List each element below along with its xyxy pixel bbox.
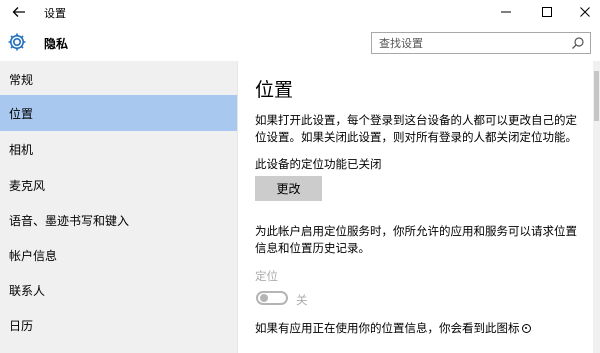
device-location-status: 此设备的定位功能已关闭 xyxy=(255,157,382,171)
scroll-thumb[interactable] xyxy=(594,71,599,121)
settings-header: 隐私 xyxy=(0,24,600,61)
sidebar-item-account-info[interactable]: 帐户信息 xyxy=(0,237,237,273)
location-label: 定位 xyxy=(255,269,278,283)
scrollbar[interactable] xyxy=(593,61,600,353)
sidebar-item-speech-inking-typing[interactable]: 语音、墨迹书写和键入 xyxy=(0,202,237,238)
sidebar-item-camera[interactable]: 相机 xyxy=(0,131,237,167)
sidebar-item-label: 联系人 xyxy=(9,283,46,298)
sidebar-item-location[interactable]: 位置 xyxy=(0,95,237,131)
gear-icon xyxy=(6,31,28,53)
search-box[interactable] xyxy=(371,32,591,54)
location-in-use-note: 如果有应用正在使用你的位置信息，你会看到此图标 xyxy=(255,320,600,337)
sidebar-item-label: 常规 xyxy=(9,72,34,87)
sidebar: 常规 位置 相机 麦克风 语音、墨迹书写和键入 帐户信息 联系人 日历 xyxy=(0,61,237,353)
close-icon[interactable] xyxy=(576,3,594,21)
sidebar-item-calendar[interactable]: 日历 xyxy=(0,307,237,343)
location-indicator-icon xyxy=(521,324,531,333)
sidebar-item-label: 帐户信息 xyxy=(9,248,58,263)
maximize-icon[interactable] xyxy=(538,3,556,21)
location-in-use-text: 如果有应用正在使用你的位置信息，你会看到此图标 xyxy=(255,321,520,335)
title-bar: 设置 xyxy=(0,0,600,24)
sidebar-item-label: 相机 xyxy=(9,142,34,157)
search-input[interactable] xyxy=(372,33,568,53)
sidebar-item-label: 位置 xyxy=(9,106,34,121)
location-toggle[interactable] xyxy=(256,291,288,305)
account-location-description: 为此帐户启用定位服务时，你所允许的应用和服务可以请求位置信息和位置历史记录。 xyxy=(255,224,577,255)
sidebar-item-label: 日历 xyxy=(9,318,34,333)
toggle-knob xyxy=(260,294,268,302)
change-button[interactable]: 更改 xyxy=(255,176,322,201)
window-title: 设置 xyxy=(44,7,66,20)
back-arrow-icon[interactable] xyxy=(10,3,28,21)
sidebar-item-contacts[interactable]: 联系人 xyxy=(0,272,237,308)
section-title: 隐私 xyxy=(44,37,69,51)
minimize-icon[interactable] xyxy=(497,3,515,21)
sidebar-item-microphone[interactable]: 麦克风 xyxy=(0,167,237,203)
main-content: 位置 如果打开此设置，每个登录到这台设备的人都可以更改自己的定位设置。如果关闭此… xyxy=(238,61,600,353)
page-title: 位置 xyxy=(255,79,294,101)
toggle-state-label: 关 xyxy=(296,293,308,307)
search-icon[interactable] xyxy=(571,36,585,50)
location-description: 如果打开此设置，每个登录到这台设备的人都可以更改自己的定位设置。如果关闭此设置，… xyxy=(255,113,577,144)
sidebar-item-general[interactable]: 常规 xyxy=(0,61,237,97)
sidebar-item-label: 麦克风 xyxy=(9,178,46,193)
sidebar-item-label: 语音、墨迹书写和键入 xyxy=(9,213,130,228)
